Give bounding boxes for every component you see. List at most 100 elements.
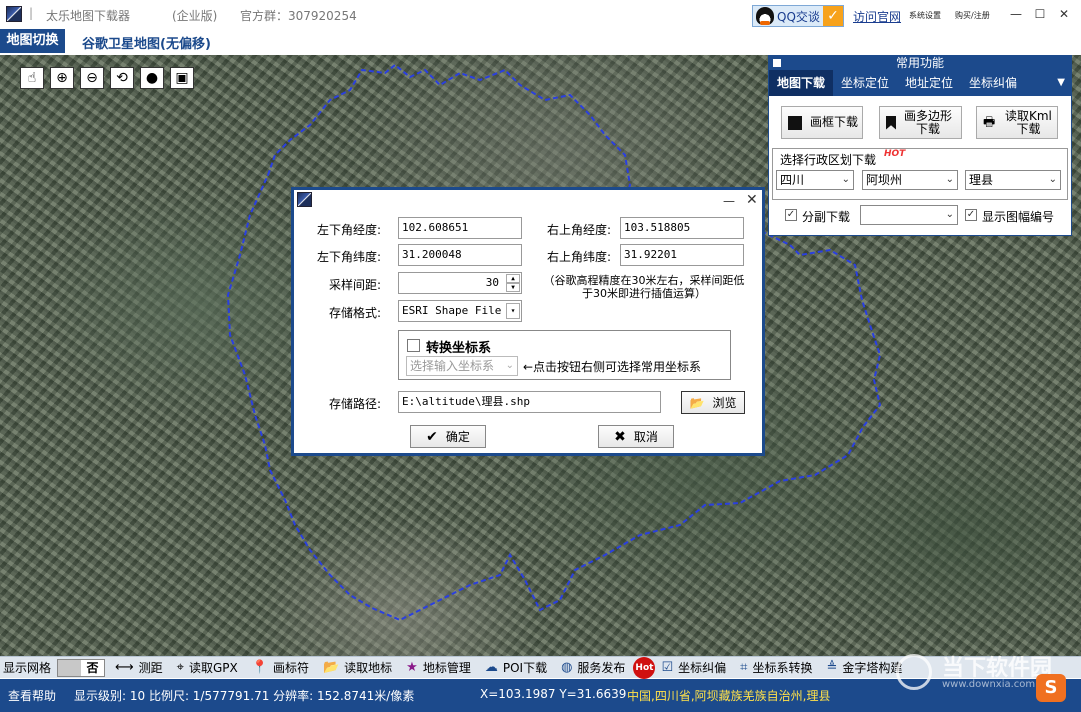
path-input[interactable]: E:\altitude\理县.shp xyxy=(398,391,661,413)
current-map-name[interactable]: 谷歌卫星地图(无偏移) xyxy=(82,33,211,52)
stepper-up-icon[interactable]: ▲ xyxy=(506,274,520,283)
ok-button[interactable]: ✔ 确定 xyxy=(410,425,486,448)
dialog-app-icon xyxy=(297,192,312,207)
minimize-icon[interactable]: — xyxy=(1008,6,1024,22)
square-icon xyxy=(788,115,802,130)
hot-badge: Hot xyxy=(633,656,656,679)
convert-coord-label: 转换坐标系 xyxy=(426,341,492,356)
visit-site-link[interactable]: 访问官网 xyxy=(853,8,901,25)
ll-lat-input[interactable]: 31.200048 xyxy=(398,244,522,266)
folder-icon: 📂 xyxy=(322,660,340,675)
rect-download-button[interactable]: 画框下载 xyxy=(781,106,863,139)
cancel-button[interactable]: ✖ 取消 xyxy=(598,425,674,448)
grid-toggle[interactable]: 否 xyxy=(57,658,106,677)
tab-coord-locate[interactable]: 坐标定位 xyxy=(833,70,897,96)
ur-lon-input[interactable]: 103.518805 xyxy=(620,217,744,239)
coord-system-value: 选择输入坐标系 xyxy=(410,359,495,373)
poi-download-button[interactable]: ☁ POI下载 xyxy=(485,659,547,676)
tab-map-download[interactable]: 地图下载 xyxy=(769,70,834,96)
buy-register-link[interactable]: 购买/注册 xyxy=(955,10,990,21)
polygon-download-button[interactable]: 画多边形 下载 xyxy=(879,106,962,139)
help-link[interactable]: 查看帮助 xyxy=(8,687,56,704)
watermark-url: www.downxia.com xyxy=(942,679,1036,690)
coord-convert-button[interactable]: ⌗ 坐标系转换 xyxy=(740,659,812,676)
kml-download-line2: 下载 xyxy=(1016,121,1041,136)
publish-button[interactable]: ◍ 服务发布 xyxy=(561,659,625,676)
collapse-icon[interactable] xyxy=(773,59,781,67)
ll-lon-input[interactable]: 102.608651 xyxy=(398,217,522,239)
chevron-down-icon: ⌄ xyxy=(841,174,850,185)
crosshair-icon: ⌖ xyxy=(176,660,184,675)
sample-value: 30 xyxy=(485,276,499,289)
refresh-icon[interactable]: ⟲ xyxy=(110,67,134,89)
format-value: ESRI Shape File xyxy=(402,304,502,317)
map-switch-tab[interactable]: 地图切换 xyxy=(0,29,65,53)
sheet-download-checkbox[interactable]: ✓ xyxy=(785,209,797,221)
coord-convert-group: 转换坐标系 选择输入坐标系 ⌄ ←点击按钮右侧可选择常用坐标系 xyxy=(398,330,731,380)
polygon-download-label: 画多边形 下载 xyxy=(904,109,952,136)
browse-button[interactable]: 📂 浏览 xyxy=(681,391,745,414)
coord-convert-label: 坐标系转换 xyxy=(752,661,813,675)
measure-button[interactable]: ⟷ 测距 xyxy=(115,659,163,676)
read-gpx-button[interactable]: ⌖ 读取GPX xyxy=(177,659,238,676)
cursor-coordinates: X=103.1987 Y=31.6639 xyxy=(480,687,627,701)
coord-system-select[interactable]: 选择输入坐标系 ⌄ xyxy=(406,356,518,376)
polygon-download-line2: 下载 xyxy=(916,121,941,136)
qq-penguin-icon xyxy=(756,7,774,25)
ur-lat-input[interactable]: 31.92201 xyxy=(620,244,744,266)
system-settings-link[interactable]: 系统设置 xyxy=(909,10,941,21)
show-sheet-number-checkbox[interactable]: ✓ xyxy=(965,209,977,221)
globe-icon[interactable]: ● xyxy=(140,67,164,89)
coord-correct-button[interactable]: ☑ 坐标纠偏 xyxy=(661,659,726,676)
sheet-select[interactable]: ⌄ xyxy=(860,205,958,225)
sample-stepper[interactable]: 30 ▲ ▼ xyxy=(398,272,522,294)
maximize-icon[interactable]: ☐ xyxy=(1032,6,1048,22)
sheet-download-label: 分副下载 xyxy=(802,210,851,224)
publish-label: 服务发布 xyxy=(577,661,626,675)
ok-label: 确定 xyxy=(445,430,470,444)
tab-coord-correct[interactable]: 坐标纠偏 xyxy=(961,70,1025,96)
globe-icon: ◍ xyxy=(561,660,573,675)
pyramid-label: 金字塔构建 xyxy=(842,661,903,675)
sample-label: 采样间距: xyxy=(329,278,382,292)
rect-download-label: 画框下载 xyxy=(810,115,859,129)
stepper-down-icon[interactable]: ▼ xyxy=(506,283,520,292)
chevron-down-icon[interactable]: ▼ xyxy=(1057,77,1065,88)
grid-toggle-off xyxy=(58,659,82,676)
elevation-download-dialog: — ✕ 左下角经度: 102.608651 右上角经度: 103.518805 … xyxy=(291,187,765,456)
marker-manage-button[interactable]: ★ 地标管理 xyxy=(406,659,471,676)
zoom-out-icon[interactable]: ⊖ xyxy=(80,67,104,89)
read-marker-button[interactable]: 📂 读取地标 xyxy=(323,659,392,676)
panel-header: 常用功能 xyxy=(769,56,1071,70)
province-select[interactable]: 四川 ⌄ xyxy=(776,170,854,190)
pyramid-icon: ≜ xyxy=(826,660,838,675)
show-grid-label: 显示网格 xyxy=(3,661,52,675)
close-icon[interactable]: ✕ xyxy=(1056,6,1072,22)
prefecture-select[interactable]: 阿坝州 ⌄ xyxy=(862,170,958,190)
dialog-minimize-icon[interactable]: — xyxy=(723,194,735,208)
crop-icon: ⌗ xyxy=(740,660,748,675)
watermark-logo-icon: S xyxy=(1036,674,1066,702)
pointer-icon[interactable]: ☝ xyxy=(20,67,44,89)
star-icon: ★ xyxy=(406,660,418,675)
app-title: 太乐地图下载器 xyxy=(46,9,131,23)
convert-coord-checkbox[interactable] xyxy=(407,339,420,352)
zoom-in-icon[interactable]: ⊕ xyxy=(50,67,74,89)
map-toolbar: ☝ ⊕ ⊖ ⟲ ● ▣ xyxy=(20,67,194,89)
kml-download-button[interactable]: 🖶 读取Kml 下载 xyxy=(976,106,1058,139)
zoom-scale-info: 显示级别: 10 比例尺: 1/577791.71 分辨率: 152.8741米… xyxy=(74,689,415,703)
qq-chat-button[interactable]: QQ交谈 ✓ xyxy=(752,5,844,27)
pyramid-button[interactable]: ≜ 金字塔构建 xyxy=(826,659,902,676)
region-download-title: 选择行政区划下载 xyxy=(780,153,877,167)
chevron-down-icon: ▾ xyxy=(506,303,520,319)
draw-marker-button[interactable]: 📍 画标符 xyxy=(252,659,309,676)
county-select[interactable]: 理县 ⌄ xyxy=(965,170,1061,190)
screenshot-icon[interactable]: ▣ xyxy=(170,67,194,89)
panel-title: 常用功能 xyxy=(895,56,944,70)
qq-group-label: 官方群：307920254 xyxy=(240,9,357,23)
sample-note: （谷歌高程精度在30米左右，采样间距低于30米即进行插值运算） xyxy=(543,274,745,300)
dialog-close-icon[interactable]: ✕ xyxy=(746,192,758,208)
tab-address-locate[interactable]: 地址定位 xyxy=(897,70,961,96)
qq-chat-label: QQ交谈 xyxy=(777,9,820,24)
format-select[interactable]: ESRI Shape File ▾ xyxy=(398,300,522,322)
